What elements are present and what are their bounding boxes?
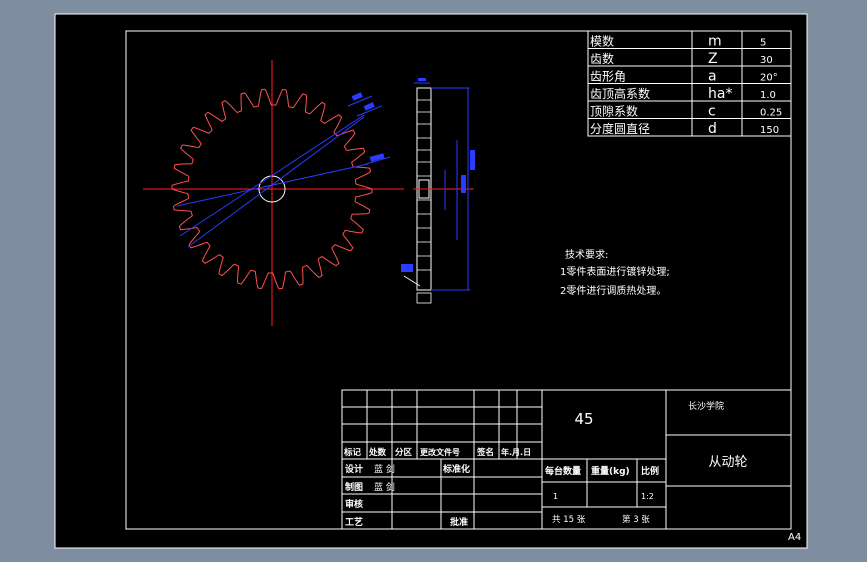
scale-value: 1:2	[641, 492, 654, 501]
approve-label: 批准	[450, 516, 468, 528]
param-value: 0.25	[760, 108, 782, 119]
param-value: 150	[760, 125, 779, 136]
chamfer-callout	[401, 264, 413, 272]
sheets-total: 共 15 张	[552, 515, 586, 525]
param-symbol: c	[708, 104, 716, 120]
width-dimension-text	[418, 78, 426, 81]
part-name: 从动轮	[708, 455, 747, 470]
param-value: 5	[760, 38, 766, 49]
rev-header-count: 处数	[368, 447, 387, 458]
standard-label: 标准化	[442, 463, 470, 475]
note-line-2: 2零件进行调质热处理。	[560, 284, 666, 297]
param-name: 齿数	[590, 51, 614, 66]
weight-label: 重量(kg)	[591, 465, 630, 477]
rev-header-mark: 标记	[343, 447, 362, 458]
param-name: 模数	[590, 34, 614, 49]
school-name: 长沙学院	[688, 400, 724, 412]
scale-label: 比例	[641, 465, 659, 477]
param-value: 1.0	[760, 90, 776, 101]
drawing-viewport[interactable]: 模数 m 5 齿数 Z 30 齿形角 a 20° 齿顶高系数 ha* 1.0 顶隙系数 c 0.25 分度圆直…	[0, 0, 867, 562]
param-name: 齿形角	[590, 70, 626, 84]
check-label: 审核	[345, 498, 363, 510]
rev-header-date: 年.月.日	[501, 447, 531, 457]
material-value: 45	[574, 410, 593, 428]
param-name: 顶隙系数	[590, 104, 638, 119]
param-name: 齿顶高系数	[590, 86, 650, 101]
sheet-size-label: A4	[788, 532, 801, 543]
param-value: 20°	[760, 73, 778, 84]
note-line-1: 1零件表面进行镀锌处理;	[560, 265, 670, 278]
cad-drawing-canvas[interactable]: 模数 m 5 齿数 Z 30 齿形角 a 20° 齿顶高系数 ha* 1.0 顶隙系数 c 0.25 分度圆直…	[0, 0, 867, 562]
rev-header-zone: 分区	[395, 447, 413, 458]
qty-value: 1	[553, 492, 558, 501]
param-symbol: a	[708, 69, 717, 85]
qty-label: 每台数量	[545, 465, 581, 477]
rev-header-doc: 更改文件号	[420, 447, 460, 457]
param-name: 分度圆直径	[590, 121, 650, 136]
process-label: 工艺	[345, 516, 363, 528]
drawing-label: 制图	[345, 481, 363, 493]
param-symbol: d	[708, 121, 717, 137]
hub-dimension-text	[461, 175, 466, 193]
outer-dimension-text	[470, 150, 475, 170]
param-symbol: Z	[708, 51, 718, 67]
param-value: 30	[760, 55, 773, 66]
drawing-name: 蓝 剑	[374, 481, 395, 493]
sheet-number: 第 3 张	[622, 514, 650, 525]
param-symbol: ha*	[708, 86, 732, 102]
notes-title: 技术要求:	[565, 248, 608, 261]
design-name: 蓝 剑	[374, 463, 395, 475]
param-symbol: m	[708, 34, 722, 50]
rev-header-sign: 签名	[476, 447, 494, 458]
design-label: 设计	[345, 463, 363, 475]
